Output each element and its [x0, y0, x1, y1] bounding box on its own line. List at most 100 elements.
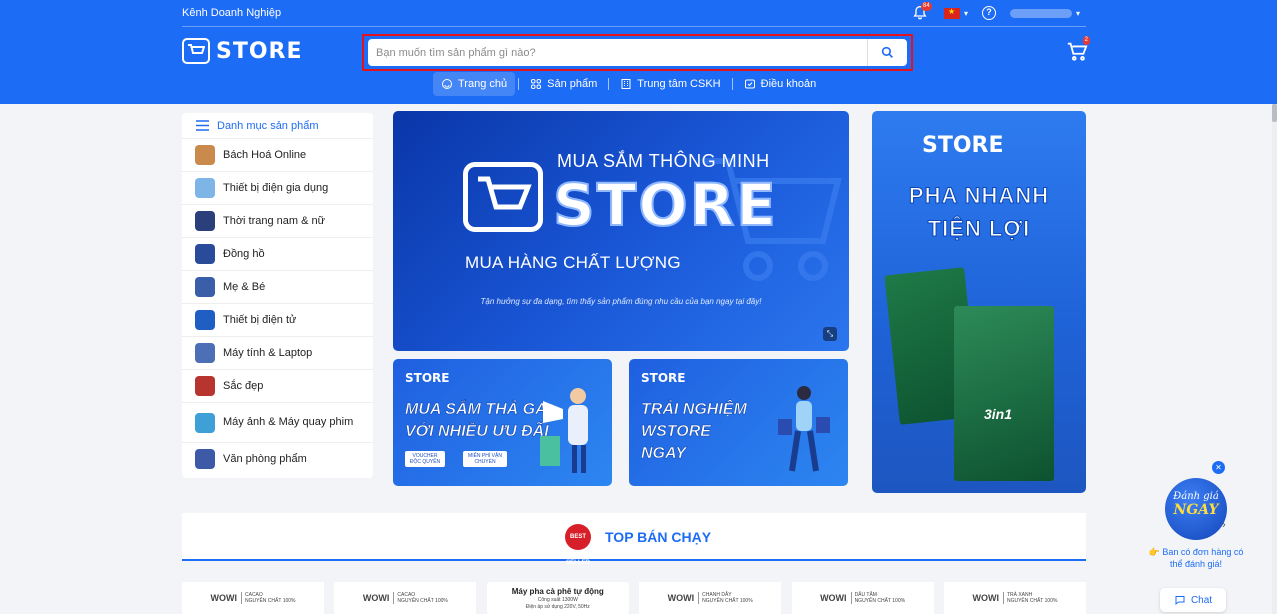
product-card[interactable]: WOWI CACAO NGUYÊN CHẤT 100%	[334, 582, 477, 614]
shopping-woman-illustration	[778, 386, 830, 472]
top-selling-section: BEST SELLER TOP BÁN CHẠY	[182, 513, 1086, 566]
promo-headline: TRẢI NGHIỆM WSTORE NGAY	[641, 399, 747, 465]
product-card[interactable]: WOWI CHANH DÂY NGUYÊN CHẤT 100%	[639, 582, 782, 614]
language-selector[interactable]: ▾	[943, 7, 968, 19]
product-name-line: NGUYÊN CHẤT 100%	[1006, 598, 1058, 604]
scrollbar-thumb[interactable]	[1272, 104, 1277, 122]
laptop-icon	[195, 343, 215, 363]
product-brand: WOWI	[362, 593, 390, 603]
notification-button[interactable]: 84	[912, 2, 932, 22]
product-card[interactable]: WOWI CACAO NGUYÊN CHẤT 100%	[182, 582, 324, 614]
product-brand: WOWI	[972, 593, 999, 603]
category-item[interactable]: Mẹ & Bé	[182, 270, 373, 303]
nav-support[interactable]: Trung tâm CSKH	[612, 72, 728, 96]
nav-divider	[608, 78, 610, 90]
promo-banner-experience[interactable]: STORE TRẢI NGHIỆM WSTORE NGAY	[629, 359, 848, 486]
cart-logo-icon	[182, 38, 210, 64]
rate-line-2: NGAY	[1173, 502, 1219, 518]
hero-banner[interactable]: MUA SẮM THÔNG MINH STORE MUA HÀNG CHẤT L…	[393, 111, 849, 351]
product-card[interactable]: Máy pha cà phê tự động Công suất 1300W Điệ…	[486, 582, 629, 614]
category-item[interactable]: Đồng hồ	[182, 237, 373, 270]
side-banner-line-1: PHA NHANH	[908, 183, 1050, 209]
rate-prompt[interactable]: 👉 Ban có đơn hàng có thể đánh giá!	[1148, 546, 1244, 570]
logo-text: STORE	[216, 38, 303, 64]
product-card[interactable]: WOWI DÂU TẰM NGUYÊN CHẤT 100%	[791, 582, 934, 614]
expand-icon[interactable]: ⤡	[823, 327, 837, 341]
voucher-chip: VOUCHER ĐỘC QUYỀN	[405, 451, 445, 467]
nav-terms-label: Điều khoản	[760, 78, 817, 90]
category-item[interactable]: Máy ảnh & Máy quay phim	[182, 402, 373, 442]
category-item[interactable]: Thiết bị điện tử	[182, 303, 373, 336]
category-label: Văn phòng phẩm	[223, 453, 307, 465]
camera-icon	[195, 412, 215, 433]
nav-products[interactable]: Sản phẩm	[522, 72, 605, 96]
category-sidebar-header[interactable]: Danh mục sản phẩm	[182, 113, 373, 138]
home-icon	[442, 79, 452, 89]
best-seller-badge: BEST SELLER	[565, 524, 591, 566]
product-name: CHANH DÂY NGUYÊN CHẤT 100%	[698, 592, 753, 604]
nav-products-label: Sản phẩm	[547, 78, 598, 90]
search-input[interactable]	[368, 46, 867, 59]
product-name: CACAO NGUYÊN CHẤT 100%	[393, 592, 448, 604]
cart-button[interactable]: 2	[1066, 36, 1090, 62]
user-name	[1010, 8, 1072, 18]
nav-terms[interactable]: Điều khoản	[736, 72, 825, 96]
page-scrollbar[interactable]	[1272, 104, 1277, 614]
category-item[interactable]: Sắc đẹp	[182, 369, 373, 402]
search-icon	[881, 46, 893, 58]
product-brand: WOWI	[820, 593, 847, 603]
category-sidebar-title: Danh mục sản phẩm	[217, 119, 319, 132]
side-banner-line-2: TIỆN LỢI	[927, 216, 1031, 242]
product-card[interactable]: WOWI TRÀ XANH NGUYÊN CHẤT 100%	[943, 582, 1086, 614]
search-bar	[368, 39, 907, 66]
promo-line-1: MUA SẮM THẢ GA	[405, 401, 547, 419]
category-item[interactable]: Bách Hoá Online	[182, 138, 373, 171]
category-label: Mẹ & Bé	[223, 281, 266, 293]
hero-subline: MUA HÀNG CHẤT LƯỢNG	[465, 253, 681, 272]
notification-count: 84	[920, 2, 932, 11]
category-label: Thiết bị điện gia dụng	[223, 182, 329, 194]
site-logo[interactable]: STORE	[182, 38, 303, 64]
category-item[interactable]: Thiết bị điện gia dụng	[182, 171, 373, 204]
promo-line-2: VỚI NHIỀU ƯU ĐÃI	[405, 423, 549, 441]
product-name-line: NGUYÊN CHẤT 100%	[702, 598, 753, 604]
category-label: Máy ảnh & Máy quay phim	[223, 416, 354, 428]
promo-headline: MUA SẮM THẢ GA VỚI NHIỀU ƯU ĐÃI	[405, 399, 549, 443]
product-name: DÂU TẰM NGUYÊN CHẤT 100%	[850, 592, 906, 604]
promo-banner-deals[interactable]: STORE MUA SẮM THẢ GA VỚI NHIỀU ƯU ĐÃI VO…	[393, 359, 612, 486]
side-product-banner[interactable]: STORE PHA NHANH TIỆN LỢI 3in1	[872, 111, 1086, 493]
search-highlight	[362, 34, 913, 71]
product-row: WOWI CACAO NGUYÊN CHẤT 100% WOWI CACAO NGUYÊ…	[182, 582, 1086, 614]
nav-support-label: Trung tâm CSKH	[637, 78, 721, 90]
category-sidebar: Danh mục sản phẩm Bách Hoá Online Thiết …	[182, 113, 373, 478]
promo-line-1: TRẢI NGHIỆM	[641, 401, 747, 419]
pointing-hand-icon: 👉	[1148, 547, 1160, 557]
category-item[interactable]: Máy tính & Laptop	[182, 336, 373, 369]
topbar-right: 84 ▾ ? ▾	[912, 2, 1086, 22]
clothing-icon	[195, 211, 215, 231]
rate-now-button[interactable]: Đánh giá NGAY	[1165, 478, 1227, 540]
category-item[interactable]: Thời trang nam & nữ	[182, 204, 373, 237]
close-icon[interactable]: ✕	[1212, 461, 1225, 474]
chevron-right-icon[interactable]: ›	[1222, 519, 1226, 531]
category-label: Thời trang nam & nữ	[223, 215, 326, 227]
search-button[interactable]	[867, 39, 907, 66]
category-label: Bách Hoá Online	[223, 149, 307, 161]
product-name-line: NGUYÊN CHẤT 100%	[245, 598, 296, 604]
nav-home[interactable]: Trang chủ	[433, 72, 516, 96]
hero-brand: STORE	[552, 170, 778, 240]
user-menu[interactable]: ▾	[1010, 8, 1086, 18]
product-name-line: NGUYÊN CHẤT 100%	[854, 598, 906, 604]
category-item[interactable]: Văn phòng phẩm	[182, 442, 373, 475]
coffee-box-label: 3in1	[984, 406, 1013, 422]
nav-divider	[731, 78, 733, 90]
help-icon[interactable]: ?	[982, 6, 996, 20]
chevron-down-icon: ▾	[1076, 8, 1081, 18]
product-title: Máy pha cà phê tự động	[511, 586, 604, 596]
category-label: Đồng hồ	[223, 248, 265, 260]
megaphone-woman-illustration	[540, 388, 588, 473]
business-channel-link[interactable]: Kênh Doanh Nghiệp	[182, 7, 281, 19]
chat-button[interactable]: Chat	[1160, 588, 1226, 612]
headphones-icon	[195, 310, 215, 330]
main-nav: Trang chủ Sản phẩm Trung tâm CSKH Điều k…	[433, 72, 824, 96]
